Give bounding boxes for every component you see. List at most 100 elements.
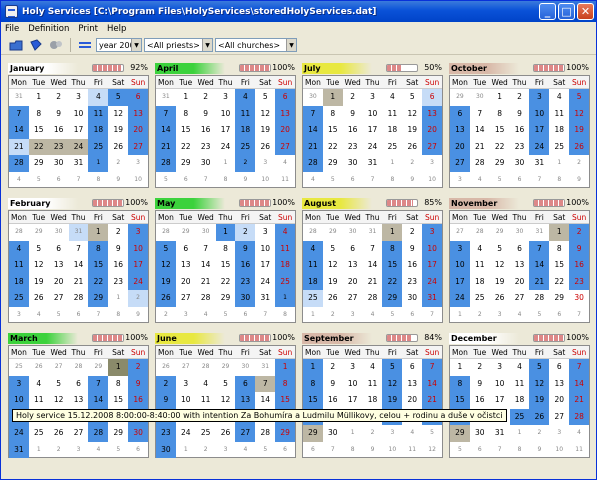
day-cell[interactable]: 16 [569, 257, 590, 274]
day-cell[interactable]: 19 [490, 274, 510, 291]
day-cell[interactable]: 4 [88, 89, 109, 106]
day-cell[interactable]: 17 [529, 122, 550, 139]
day-cell[interactable]: 8 [450, 375, 470, 392]
day-cell[interactable]: 5 [49, 307, 69, 324]
day-cell[interactable]: 3 [69, 442, 89, 459]
day-cell[interactable]: 30 [510, 155, 530, 172]
day-cell[interactable]: 4 [196, 307, 216, 324]
day-cell[interactable]: 27 [549, 409, 569, 426]
day-cell[interactable]: 2 [470, 359, 490, 376]
day-cell[interactable]: 2 [569, 155, 589, 172]
day-cell[interactable]: 22 [216, 274, 236, 291]
day-cell[interactable]: 27 [128, 138, 149, 155]
day-cell[interactable]: 27 [450, 155, 470, 172]
day-cell[interactable]: 6 [343, 241, 363, 258]
day-cell[interactable]: 2 [402, 155, 422, 172]
day-cell[interactable]: 11 [9, 257, 29, 274]
day-cell[interactable]: 8 [29, 106, 49, 123]
day-cell[interactable]: 11 [303, 257, 323, 274]
day-cell[interactable]: 8 [510, 442, 530, 459]
day-cell[interactable]: 27 [422, 138, 443, 155]
day-cell[interactable]: 29 [216, 290, 236, 307]
day-cell[interactable]: 22 [323, 139, 343, 156]
day-cell[interactable]: 31 [529, 224, 549, 241]
day-cell[interactable]: 3 [216, 89, 236, 106]
day-cell[interactable]: 27 [176, 290, 196, 307]
day-cell[interactable]: 26 [156, 359, 176, 376]
day-cell[interactable]: 11 [275, 172, 295, 189]
day-cell[interactable]: 27 [510, 290, 530, 307]
day-cell[interactable]: 7 [569, 359, 590, 376]
day-cell[interactable]: 29 [29, 155, 49, 172]
day-cell[interactable]: 6 [510, 172, 530, 189]
day-cell[interactable]: 26 [569, 138, 590, 155]
day-cell[interactable]: 8 [216, 241, 236, 258]
day-cell[interactable]: 27 [235, 425, 256, 442]
day-cell[interactable]: 13 [176, 257, 196, 274]
day-cell[interactable]: 7 [422, 359, 443, 376]
day-cell[interactable]: 4 [363, 359, 383, 376]
day-cell[interactable]: 4 [235, 89, 256, 106]
day-cell[interactable]: 28 [156, 224, 176, 241]
day-cell[interactable]: 2 [343, 89, 363, 106]
day-cell[interactable]: 18 [549, 122, 569, 139]
day-cell[interactable]: 5 [450, 442, 470, 459]
day-cell[interactable]: 29 [303, 425, 323, 442]
day-cell[interactable]: 5 [569, 89, 590, 106]
day-cell[interactable]: 18 [88, 122, 109, 139]
day-cell[interactable]: 2 [196, 442, 216, 459]
day-cell[interactable]: 5 [490, 172, 510, 189]
day-cell[interactable]: 14 [529, 257, 550, 274]
day-cell[interactable]: 25 [9, 359, 29, 376]
minimize-button[interactable]: _ [539, 3, 556, 20]
day-cell[interactable]: 31 [363, 224, 383, 241]
day-cell[interactable]: 12 [255, 106, 275, 123]
day-cell[interactable]: 30 [156, 441, 176, 458]
day-cell[interactable]: 7 [323, 442, 343, 459]
day-cell[interactable]: 8 [382, 240, 403, 257]
day-cell[interactable]: 4 [29, 307, 49, 324]
priest-select[interactable]: <All priests> ▼ [144, 38, 213, 52]
day-cell[interactable]: 20 [549, 392, 569, 409]
day-cell[interactable]: 25 [88, 138, 109, 155]
day-cell[interactable]: 4 [303, 240, 323, 257]
day-cell[interactable]: 8 [343, 442, 363, 459]
day-cell[interactable]: 3 [529, 89, 550, 106]
church-select[interactable]: <All churches> ▼ [215, 38, 297, 52]
day-cell[interactable]: 19 [323, 274, 343, 291]
day-cell[interactable]: 2 [569, 224, 590, 241]
day-cell[interactable]: 28 [196, 359, 216, 376]
day-cell[interactable]: 28 [88, 425, 109, 442]
day-cell[interactable]: 15 [275, 392, 296, 409]
day-cell[interactable]: 19 [255, 122, 275, 139]
day-cell[interactable]: 4 [303, 172, 323, 189]
day-cell[interactable]: 2 [128, 359, 149, 376]
day-cell[interactable]: 26 [108, 139, 128, 156]
day-cell[interactable]: 29 [323, 224, 343, 241]
day-cell[interactable]: 20 [450, 138, 470, 155]
day-cell[interactable]: 1 [88, 155, 109, 172]
day-cell[interactable]: 12 [490, 257, 510, 274]
day-cell[interactable]: 16 [108, 257, 128, 274]
day-cell[interactable]: 5 [323, 172, 343, 189]
day-cell[interactable]: 8 [176, 106, 196, 123]
day-cell[interactable]: 22 [382, 273, 403, 290]
day-cell[interactable]: 29 [549, 290, 569, 307]
day-cell[interactable]: 1 [176, 89, 196, 106]
day-cell[interactable]: 4 [275, 224, 296, 241]
day-cell[interactable]: 4 [382, 89, 402, 106]
day-cell[interactable]: 7 [9, 105, 29, 122]
day-cell[interactable]: 5 [529, 307, 549, 324]
day-cell[interactable]: 3 [9, 375, 29, 392]
day-cell[interactable]: 12 [422, 442, 442, 459]
day-cell[interactable]: 20 [402, 392, 422, 409]
day-cell[interactable]: 25 [235, 138, 256, 155]
day-cell[interactable]: 18 [382, 122, 402, 139]
day-cell[interactable]: 3 [549, 425, 569, 442]
day-cell[interactable]: 5 [323, 241, 343, 258]
day-cell[interactable]: 9 [196, 106, 216, 123]
day-cell[interactable]: 10 [363, 106, 383, 123]
day-cell[interactable]: 6 [422, 89, 443, 106]
day-cell[interactable]: 20 [275, 122, 296, 139]
day-cell[interactable]: 24 [363, 139, 383, 156]
